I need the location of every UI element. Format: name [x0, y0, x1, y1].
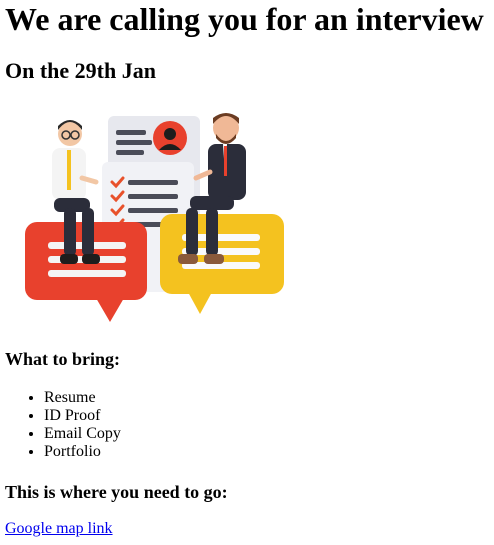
interview-date: On the 29th Jan	[5, 58, 156, 83]
page-title: We are calling you for an interview	[5, 1, 484, 37]
location-heading: This is where you need to go:	[5, 482, 228, 502]
bring-list: Resume ID Proof Email Copy Portfolio	[0, 389, 121, 461]
interview-illustration-icon	[25, 113, 284, 322]
list-item: Email Copy	[44, 425, 121, 443]
google-map-link[interactable]: Google map link	[5, 520, 113, 538]
page: We are calling you for an interview On t…	[0, 0, 494, 545]
interview-illustration	[20, 104, 290, 329]
bring-heading: What to bring:	[5, 349, 121, 369]
list-item: ID Proof	[44, 407, 121, 425]
list-item: Resume	[44, 389, 121, 407]
list-item: Portfolio	[44, 443, 121, 461]
